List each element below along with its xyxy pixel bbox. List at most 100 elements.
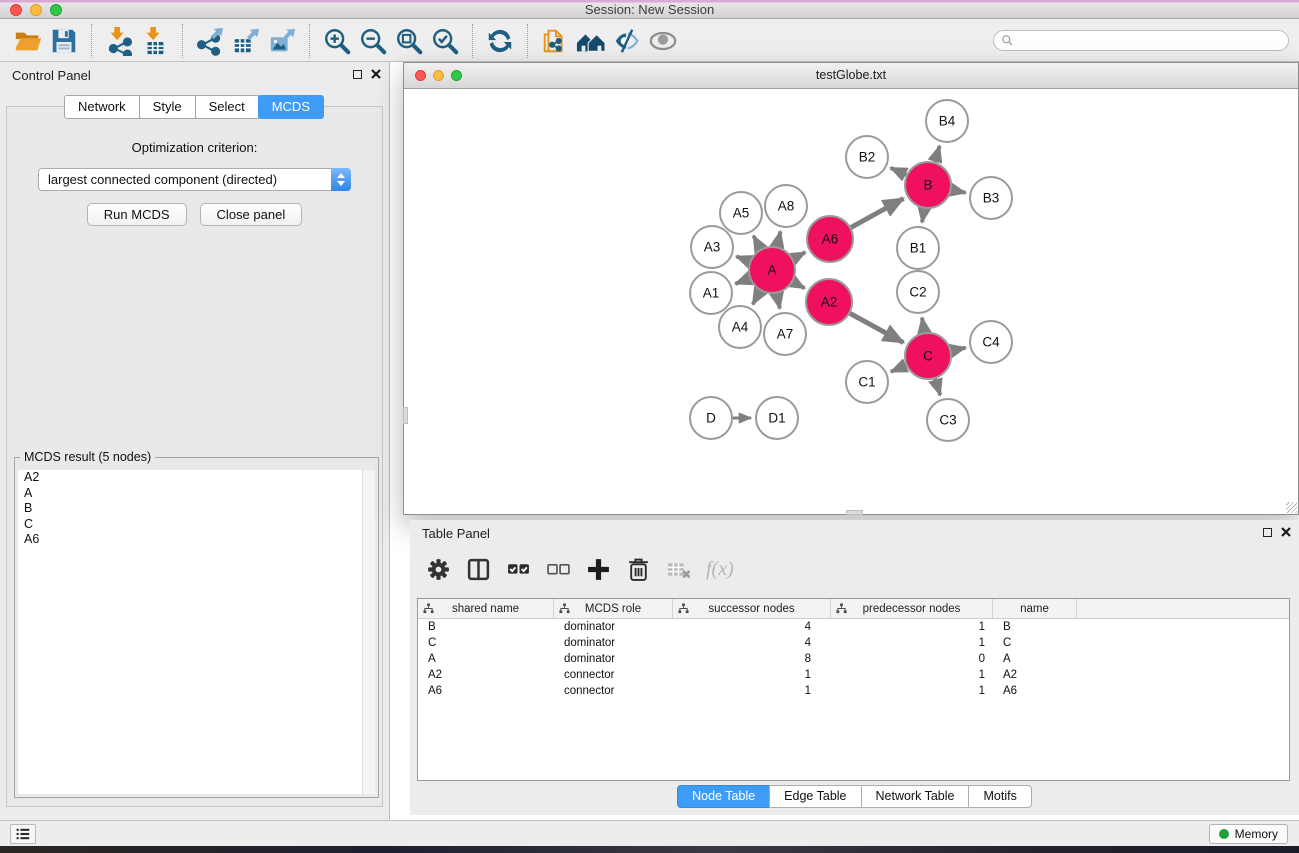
column-header-predecessor-nodes[interactable]: predecessor nodes xyxy=(831,599,993,618)
node-A6[interactable]: A6 xyxy=(807,216,853,262)
node-D1[interactable]: D1 xyxy=(756,397,798,439)
splitter-stub-left[interactable] xyxy=(403,407,408,424)
result-item[interactable]: A2 xyxy=(18,470,375,486)
edge-A-A2[interactable] xyxy=(793,282,805,289)
network-canvas[interactable]: B4 B2 B B3 A8A5 A6 B1 A3 A C2 A1 A2 A4A7 C4 C C1 C3 D D1 xyxy=(404,89,1298,514)
edge-B-B4[interactable] xyxy=(935,146,940,162)
tab-edge-table[interactable]: Edge Table xyxy=(769,785,861,808)
table-row[interactable]: Bdominator41B xyxy=(418,619,1289,635)
tab-select[interactable]: Select xyxy=(195,95,259,119)
edge-B-B2[interactable] xyxy=(891,168,907,175)
zoom-in-icon[interactable] xyxy=(319,23,355,59)
run-mcds-button[interactable]: Run MCDS xyxy=(87,203,187,226)
tab-network-table[interactable]: Network Table xyxy=(861,785,970,808)
node-B1[interactable]: B1 xyxy=(897,227,939,269)
edge-A2-C[interactable] xyxy=(850,313,903,342)
node-B4[interactable]: B4 xyxy=(926,100,968,142)
refresh-icon[interactable] xyxy=(482,23,518,59)
float-panel-icon[interactable] xyxy=(353,70,362,79)
save-session-icon[interactable] xyxy=(46,23,82,59)
node-C2[interactable]: C2 xyxy=(897,271,939,313)
table-row[interactable]: A6connector11A6 xyxy=(418,683,1289,699)
export-image-icon[interactable] xyxy=(264,23,300,59)
tab-mcds[interactable]: MCDS xyxy=(258,95,324,119)
column-header-successor-nodes[interactable]: successor nodes xyxy=(673,599,831,618)
result-item[interactable]: B xyxy=(18,501,375,517)
column-header-MCDS-role[interactable]: MCDS role xyxy=(554,599,673,618)
edge-B-B1[interactable] xyxy=(922,209,924,223)
edge-B-B3[interactable] xyxy=(952,190,966,193)
eye-icon[interactable] xyxy=(645,23,681,59)
edge-A-A7[interactable] xyxy=(777,294,780,309)
edge-C-C2[interactable] xyxy=(922,318,924,333)
node-A3[interactable]: A3 xyxy=(691,226,733,268)
column-header-name[interactable]: name xyxy=(993,599,1077,618)
search-input[interactable] xyxy=(1014,32,1288,49)
search-box[interactable] xyxy=(993,30,1289,51)
float-table-panel-icon[interactable] xyxy=(1263,528,1272,537)
memory-button[interactable]: Memory xyxy=(1209,824,1288,844)
edge-C-C3[interactable] xyxy=(935,379,940,395)
edge-A-A3[interactable] xyxy=(736,256,749,261)
edge-C-C1[interactable] xyxy=(891,365,906,371)
node-C[interactable]: C xyxy=(905,333,951,379)
add-icon[interactable] xyxy=(584,555,613,584)
result-item[interactable]: A xyxy=(18,486,375,502)
toggle-details-icon[interactable] xyxy=(609,23,645,59)
trash-icon[interactable] xyxy=(624,555,653,584)
close-table-panel-icon[interactable] xyxy=(1281,527,1291,537)
node-A7[interactable]: A7 xyxy=(764,313,806,355)
edge-A-A5[interactable] xyxy=(753,236,760,249)
zoom-fit-icon[interactable] xyxy=(391,23,427,59)
home-icon[interactable] xyxy=(573,23,609,59)
node-A[interactable]: A xyxy=(749,247,795,293)
select-all-icon[interactable] xyxy=(504,555,533,584)
result-item[interactable]: C xyxy=(18,517,375,533)
table-row[interactable]: A2connector11A2 xyxy=(418,667,1289,683)
node-D[interactable]: D xyxy=(690,397,732,439)
node-C3[interactable]: C3 xyxy=(927,399,969,441)
result-scrollbar[interactable] xyxy=(362,470,375,794)
table-row[interactable]: Adominator80A xyxy=(418,651,1289,667)
edge-A-A6[interactable] xyxy=(793,252,805,258)
result-item[interactable]: A6 xyxy=(18,532,375,548)
tab-node-table[interactable]: Node Table xyxy=(677,785,770,808)
edge-C-C4[interactable] xyxy=(951,348,965,351)
resize-grip-icon[interactable] xyxy=(1286,502,1297,513)
edge-A-A8[interactable] xyxy=(777,231,780,246)
node-B2[interactable]: B2 xyxy=(846,136,888,178)
criterion-dropdown[interactable]: largest connected component (directed) xyxy=(38,168,351,191)
zoom-out-icon[interactable] xyxy=(355,23,391,59)
deselect-all-icon[interactable] xyxy=(544,555,573,584)
node-B[interactable]: B xyxy=(905,162,951,208)
network-graph[interactable]: B4 B2 B B3 A8A5 A6 B1 A3 A C2 A1 A2 A4A7 C4 C C1 C3 D D1 xyxy=(408,89,1294,513)
task-history-button[interactable] xyxy=(10,824,36,844)
node-A4[interactable]: A4 xyxy=(719,306,761,348)
export-table-icon[interactable] xyxy=(228,23,264,59)
node-C4[interactable]: C4 xyxy=(970,321,1012,363)
import-table-icon[interactable] xyxy=(137,23,173,59)
node-A1[interactable]: A1 xyxy=(690,272,732,314)
close-panel-icon[interactable] xyxy=(371,69,381,79)
tab-style[interactable]: Style xyxy=(139,95,196,119)
node-A2[interactable]: A2 xyxy=(806,279,852,325)
edge-A6-B[interactable] xyxy=(851,199,903,228)
network-window-titlebar[interactable]: testGlobe.txt xyxy=(404,63,1298,89)
columns-icon[interactable] xyxy=(464,555,493,584)
node-A5[interactable]: A5 xyxy=(720,192,762,234)
node-B3[interactable]: B3 xyxy=(970,177,1012,219)
splitter-stub-bottom[interactable] xyxy=(846,510,863,515)
export-network-icon[interactable] xyxy=(192,23,228,59)
node-A8[interactable]: A8 xyxy=(765,185,807,227)
edge-A-A4[interactable] xyxy=(753,291,761,304)
tab-network[interactable]: Network xyxy=(64,95,140,119)
zoom-selected-icon[interactable] xyxy=(427,23,463,59)
gear-icon[interactable] xyxy=(424,555,453,584)
tab-motifs[interactable]: Motifs xyxy=(968,785,1031,808)
node-C1[interactable]: C1 xyxy=(846,361,888,403)
network-document-icon[interactable] xyxy=(537,23,573,59)
import-network-icon[interactable] xyxy=(101,23,137,59)
close-panel-button[interactable]: Close panel xyxy=(200,203,303,226)
open-session-icon[interactable] xyxy=(10,23,46,59)
edge-A-A1[interactable] xyxy=(735,278,749,283)
